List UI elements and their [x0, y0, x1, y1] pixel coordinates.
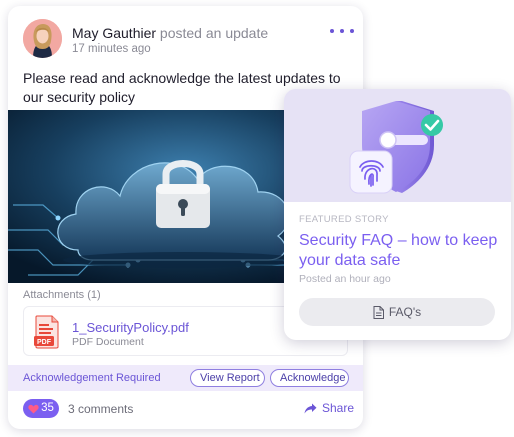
avatar[interactable]: [23, 19, 62, 58]
like-count: 35: [41, 402, 54, 414]
acknowledgement-label: Acknowledgement Required: [23, 372, 161, 384]
attachment-name[interactable]: 1_SecurityPolicy.pdf: [72, 320, 189, 335]
more-options-icon[interactable]: [330, 25, 354, 37]
view-report-button[interactable]: View Report: [190, 369, 265, 387]
faq-button[interactable]: FAQ's: [299, 298, 495, 326]
pdf-file-icon: PDF: [34, 315, 59, 349]
story-kicker: Featured Story: [299, 214, 389, 225]
shield-check-fingerprint-icon: [284, 89, 511, 202]
share-arrow-icon: [304, 403, 317, 413]
attachment-type: PDF Document: [72, 336, 144, 348]
pdf-badge-label: PDF: [37, 339, 52, 346]
attachments-label: Attachments (1): [23, 289, 101, 301]
post-timestamp: 17 minutes ago: [72, 43, 151, 55]
featured-story-card[interactable]: Featured Story Security FAQ – how to kee…: [284, 89, 511, 340]
faq-button-label: FAQ's: [388, 305, 422, 319]
share-button[interactable]: Share: [304, 401, 354, 415]
share-label: Share: [322, 401, 355, 415]
acknowledge-button[interactable]: Acknowledge: [270, 369, 349, 387]
story-title[interactable]: Security FAQ – how to keep your data saf…: [299, 231, 504, 271]
post-action-text: posted an update: [156, 25, 269, 41]
author-name[interactable]: May Gauthier: [72, 25, 156, 41]
comments-link[interactable]: 3 comments: [68, 402, 133, 416]
story-hero-image: [284, 89, 511, 202]
acknowledgement-bar: Acknowledgement Required View Report Ack…: [8, 365, 363, 391]
author-line: May Gauthier posted an update: [72, 25, 268, 41]
avatar-image: [23, 19, 62, 58]
heart-icon: [28, 404, 39, 414]
story-timestamp: Posted an hour ago: [299, 273, 391, 285]
like-button[interactable]: 35: [23, 399, 59, 418]
document-icon: [373, 305, 384, 319]
post-footer: 35 3 comments Share: [8, 393, 363, 429]
